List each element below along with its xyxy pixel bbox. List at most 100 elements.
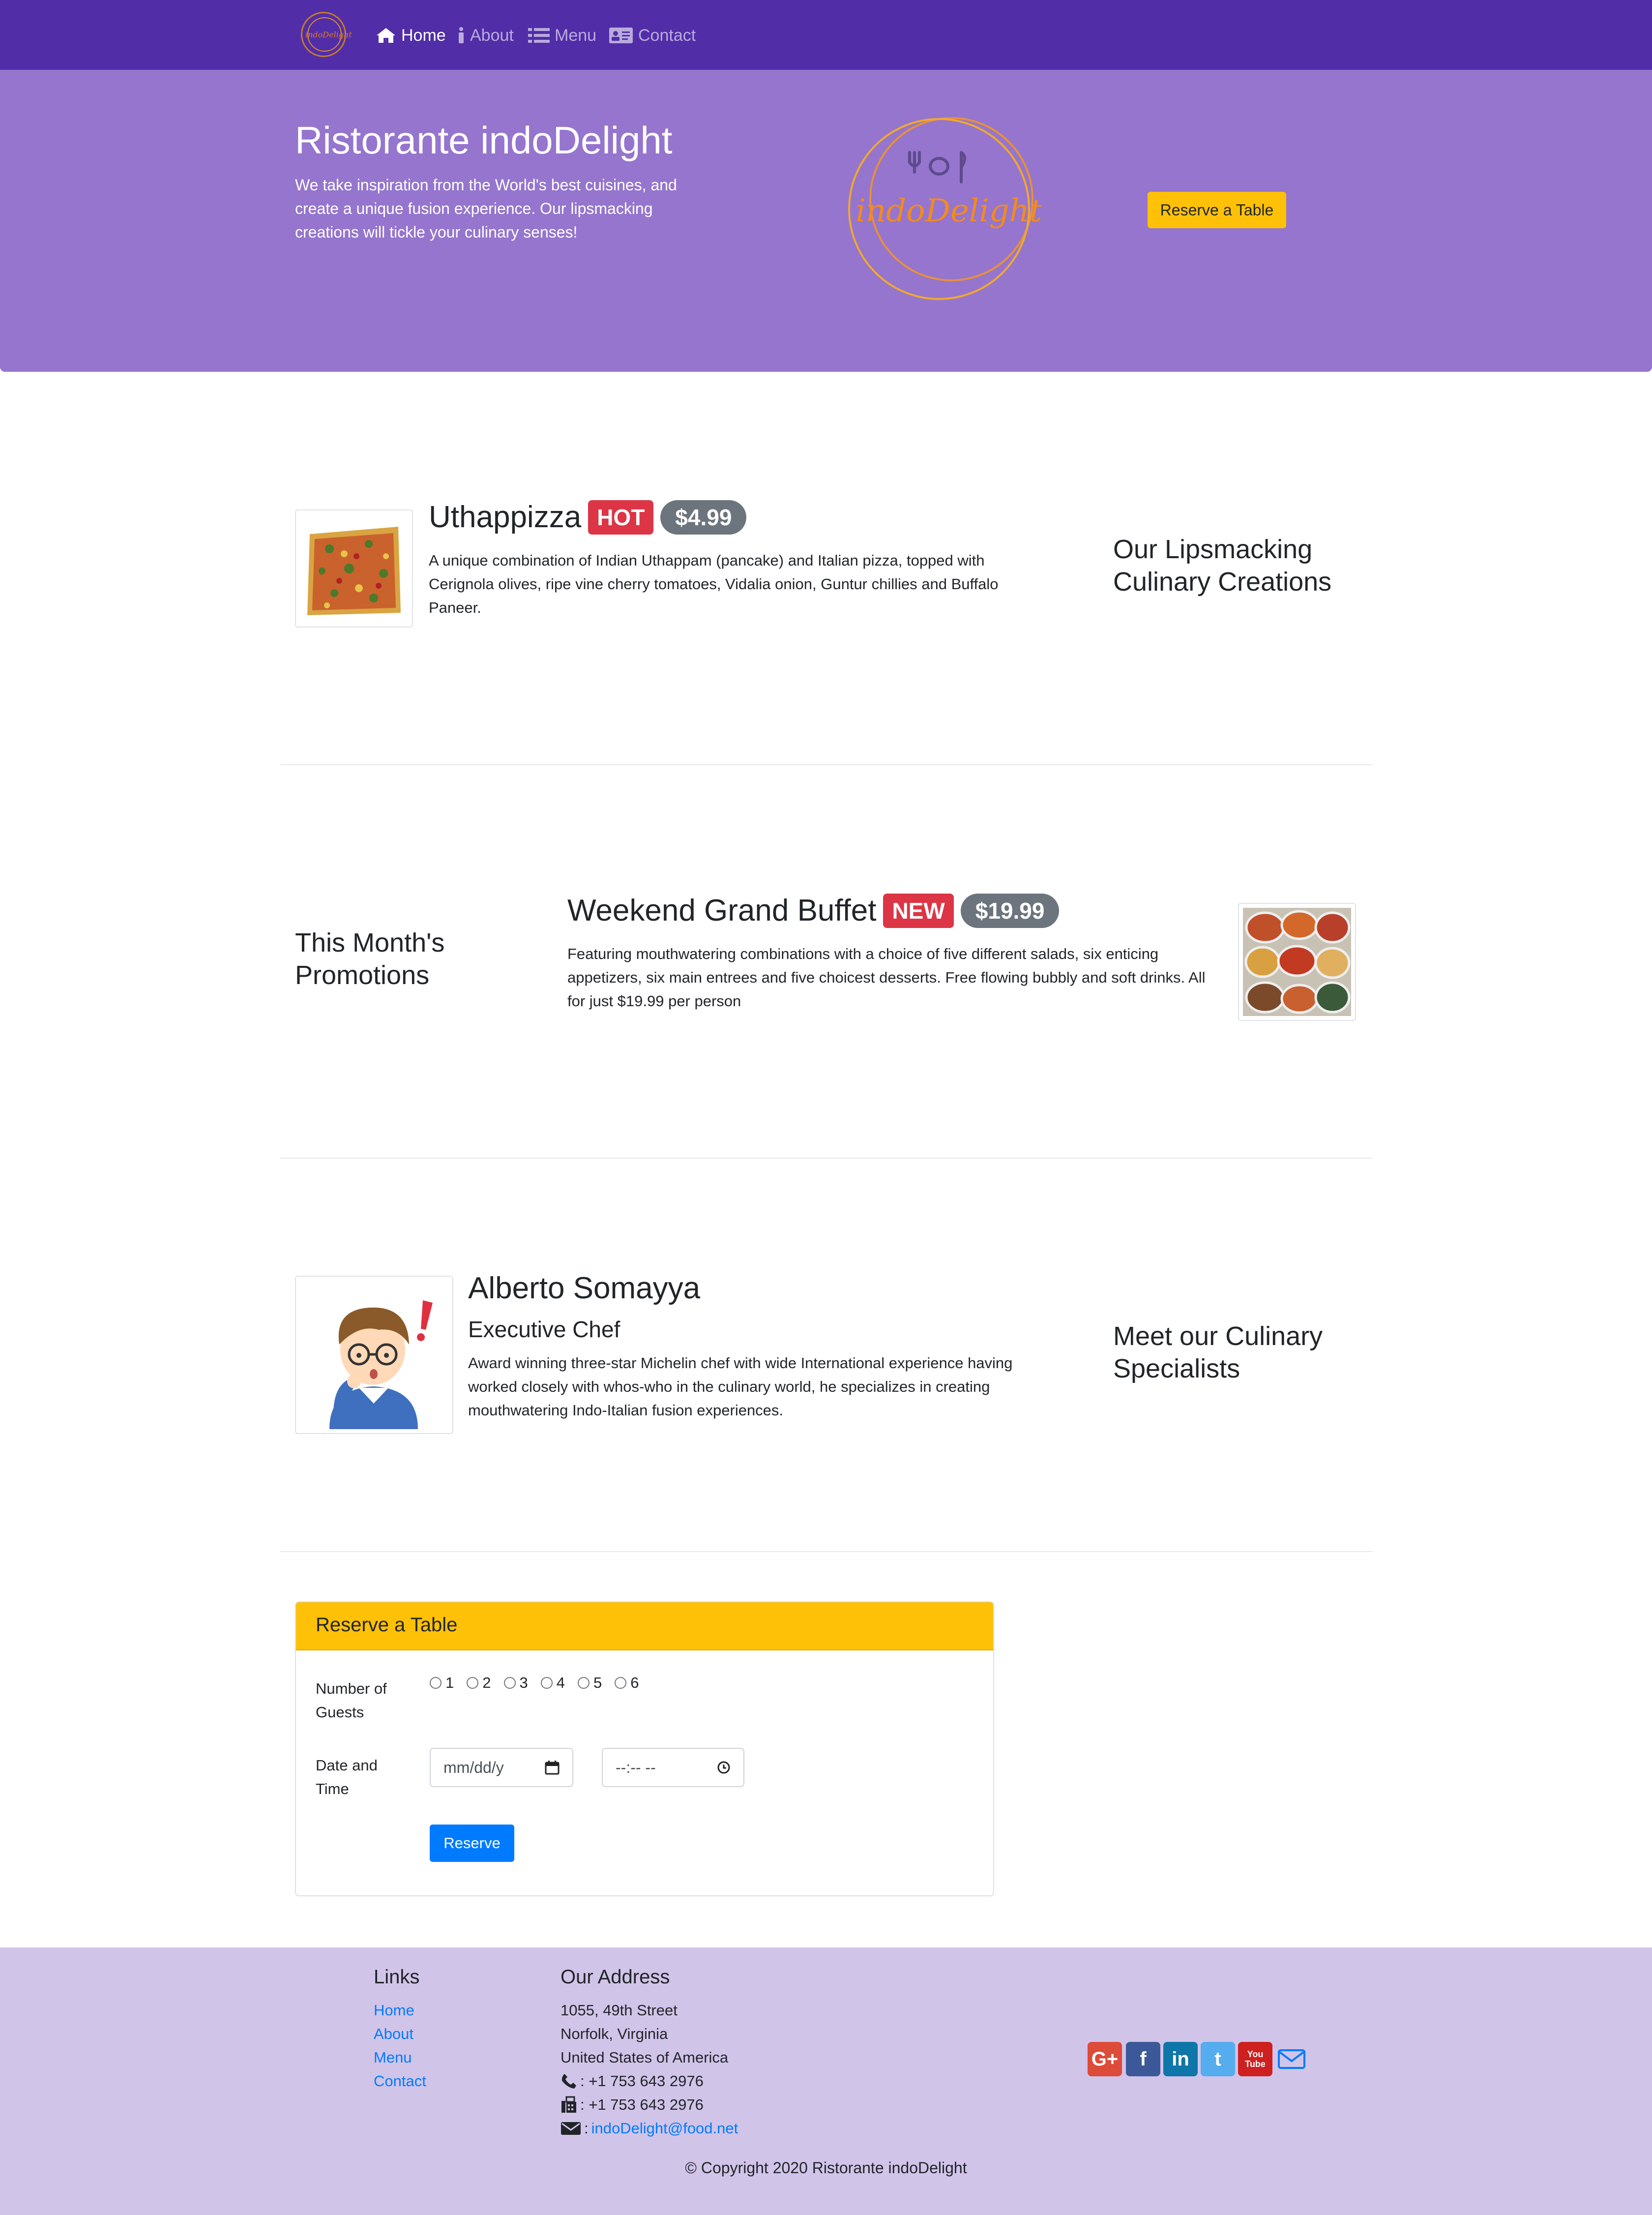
guests-label: Number of Guests [316,1680,387,1721]
footer-address-heading: Our Address [560,1966,670,1988]
address-line: United States of America [560,2049,729,2066]
home-icon [377,28,395,43]
facebook-icon[interactable]: f [1126,2042,1160,2076]
dish-name: Uthappizza [429,500,582,534]
restaurant-title: Ristorante indoDelight [295,119,673,162]
youtube-icon[interactable]: You Tube [1238,2042,1272,2076]
list-icon [528,28,550,43]
guest-option-label: 2 [482,1674,491,1691]
dish-price-badge: $4.99 [660,500,747,535]
hot-badge: HOT [588,500,654,535]
google-plus-icon[interactable]: G+ [1088,2042,1122,2076]
guests-radio-group: 1 2 3 4 5 6 [430,1674,639,1692]
guest-option-5[interactable]: 5 [578,1674,602,1692]
guest-option-label: 5 [593,1674,602,1691]
restaurant-tagline: We take inspiration from the World's bes… [295,176,677,241]
chef-description: Award winning three-star Michelin chef w… [468,1354,1013,1419]
footer-link-menu[interactable]: Menu [374,2046,426,2069]
footer-address: 1055, 49th Street Norfolk, Virginia Unit… [560,1999,738,2140]
linkedin-icon[interactable]: in [1163,2042,1198,2076]
footer-links-list: Home About Menu Contact [374,1999,426,2093]
email-link[interactable]: indoDelight@food.net [591,2117,738,2140]
section-divider [280,1551,1373,1552]
guest-option-6[interactable]: 6 [615,1674,639,1692]
fax-number: : +1 753 643 2976 [580,2096,704,2113]
promotion-title-row: Weekend Grand Buffet NEW $19.99 [567,893,1060,928]
navbar [0,0,1652,70]
fax-row: : +1 753 643 2976 [560,2093,738,2117]
uthappizza-image [295,509,413,628]
radio-circle[interactable] [578,1677,590,1689]
buffet-image [1238,903,1356,1021]
guest-option-4[interactable]: 4 [540,1674,565,1692]
restaurant-logo: indoDelight [846,113,1052,310]
jumbotron [0,70,1652,372]
radio-circle[interactable] [503,1677,516,1689]
promotion-price-badge: $19.99 [960,893,1060,928]
nav-label-home: Home [401,26,446,45]
phone-number: : +1 753 643 2976 [580,2072,704,2090]
address-line: 1055, 49th Street [560,2002,678,2019]
reserve-submit-button[interactable]: Reserve [430,1825,514,1862]
radio-circle[interactable] [615,1677,627,1689]
mail-icon[interactable] [1277,2049,1306,2072]
nav-item-contact[interactable]: Contact [609,22,696,49]
datetime-label: Date and Time [316,1757,378,1797]
leader-section-heading: Meet our Culinary Specialists [1113,1321,1323,1383]
section-divider [280,764,1373,765]
email-row: : indoDelight@food.net [560,2117,738,2140]
guest-option-3[interactable]: 3 [503,1674,528,1692]
promotion-section-heading: This Month's Promotions [295,928,445,990]
footer-link-contact[interactable]: Contact [374,2069,426,2093]
footer-links-heading: Links [374,1966,420,1988]
nav-label-about: About [470,26,514,45]
radio-circle[interactable] [540,1677,553,1689]
guest-option-label: 6 [630,1674,639,1691]
calendar-icon[interactable] [545,1760,560,1775]
guest-option-2[interactable]: 2 [467,1674,491,1692]
clock-icon[interactable] [717,1761,731,1774]
section-divider [280,1158,1373,1159]
brand-logo[interactable]: indoDelight [301,12,352,57]
phone-row: : +1 753 643 2976 [560,2069,738,2093]
twitter-icon[interactable]: t [1201,2042,1235,2076]
reservation-card: Reserve a Table Number of Guests 1 2 3 4… [295,1601,994,1896]
reserve-table-button[interactable]: Reserve a Table [1148,192,1286,228]
time-input[interactable]: --:-- -- [602,1748,744,1787]
guest-option-label: 4 [556,1674,565,1691]
reservation-card-title: Reserve a Table [316,1614,458,1636]
nav-label-menu: Menu [555,26,597,45]
nav-item-menu[interactable]: Menu [528,22,596,49]
chef-avatar [295,1276,453,1434]
time-placeholder: --:-- -- [616,1758,656,1776]
date-placeholder: mm/dd/y [443,1758,504,1776]
dish-section-heading: Our Lipsmacking Culinary Creations [1113,535,1332,597]
brand-logo-text: indoDelight [305,30,352,39]
chef-name: Alberto Somayya [468,1271,701,1305]
new-badge: NEW [883,893,954,928]
copyright: © Copyright 2020 Ristorante indoDelight [685,2159,967,2177]
restaurant-logo-text: indoDelight [856,193,1042,229]
promotion-description: Featuring mouthwatering combinations wit… [567,945,1206,1010]
radio-circle[interactable] [430,1677,442,1689]
footer-link-home[interactable]: Home [374,1999,426,2022]
guest-option-label: 1 [445,1674,454,1691]
date-input[interactable]: mm/dd/y [430,1748,573,1787]
nav-item-home[interactable]: Home [376,22,446,49]
address-card-icon [609,28,633,43]
nav-item-about[interactable]: About [457,22,514,49]
dish-title-row: Uthappizza HOT $4.99 [429,500,747,535]
phone-icon [561,2074,576,2089]
guest-option-1[interactable]: 1 [430,1674,454,1692]
nav-label-contact: Contact [638,26,696,45]
chef-role: Executive Chef [468,1317,620,1342]
envelope-icon [561,2122,581,2135]
reservation-card-header: Reserve a Table [296,1602,993,1650]
footer-link-about[interactable]: About [374,2022,426,2046]
dish-description: A unique combination of Indian Uthappam … [429,552,999,616]
guest-option-label: 3 [519,1674,528,1691]
radio-circle[interactable] [467,1677,479,1689]
address-line: Norfolk, Virginia [560,2025,668,2042]
fax-icon [561,2096,576,2113]
info-icon [459,27,464,43]
